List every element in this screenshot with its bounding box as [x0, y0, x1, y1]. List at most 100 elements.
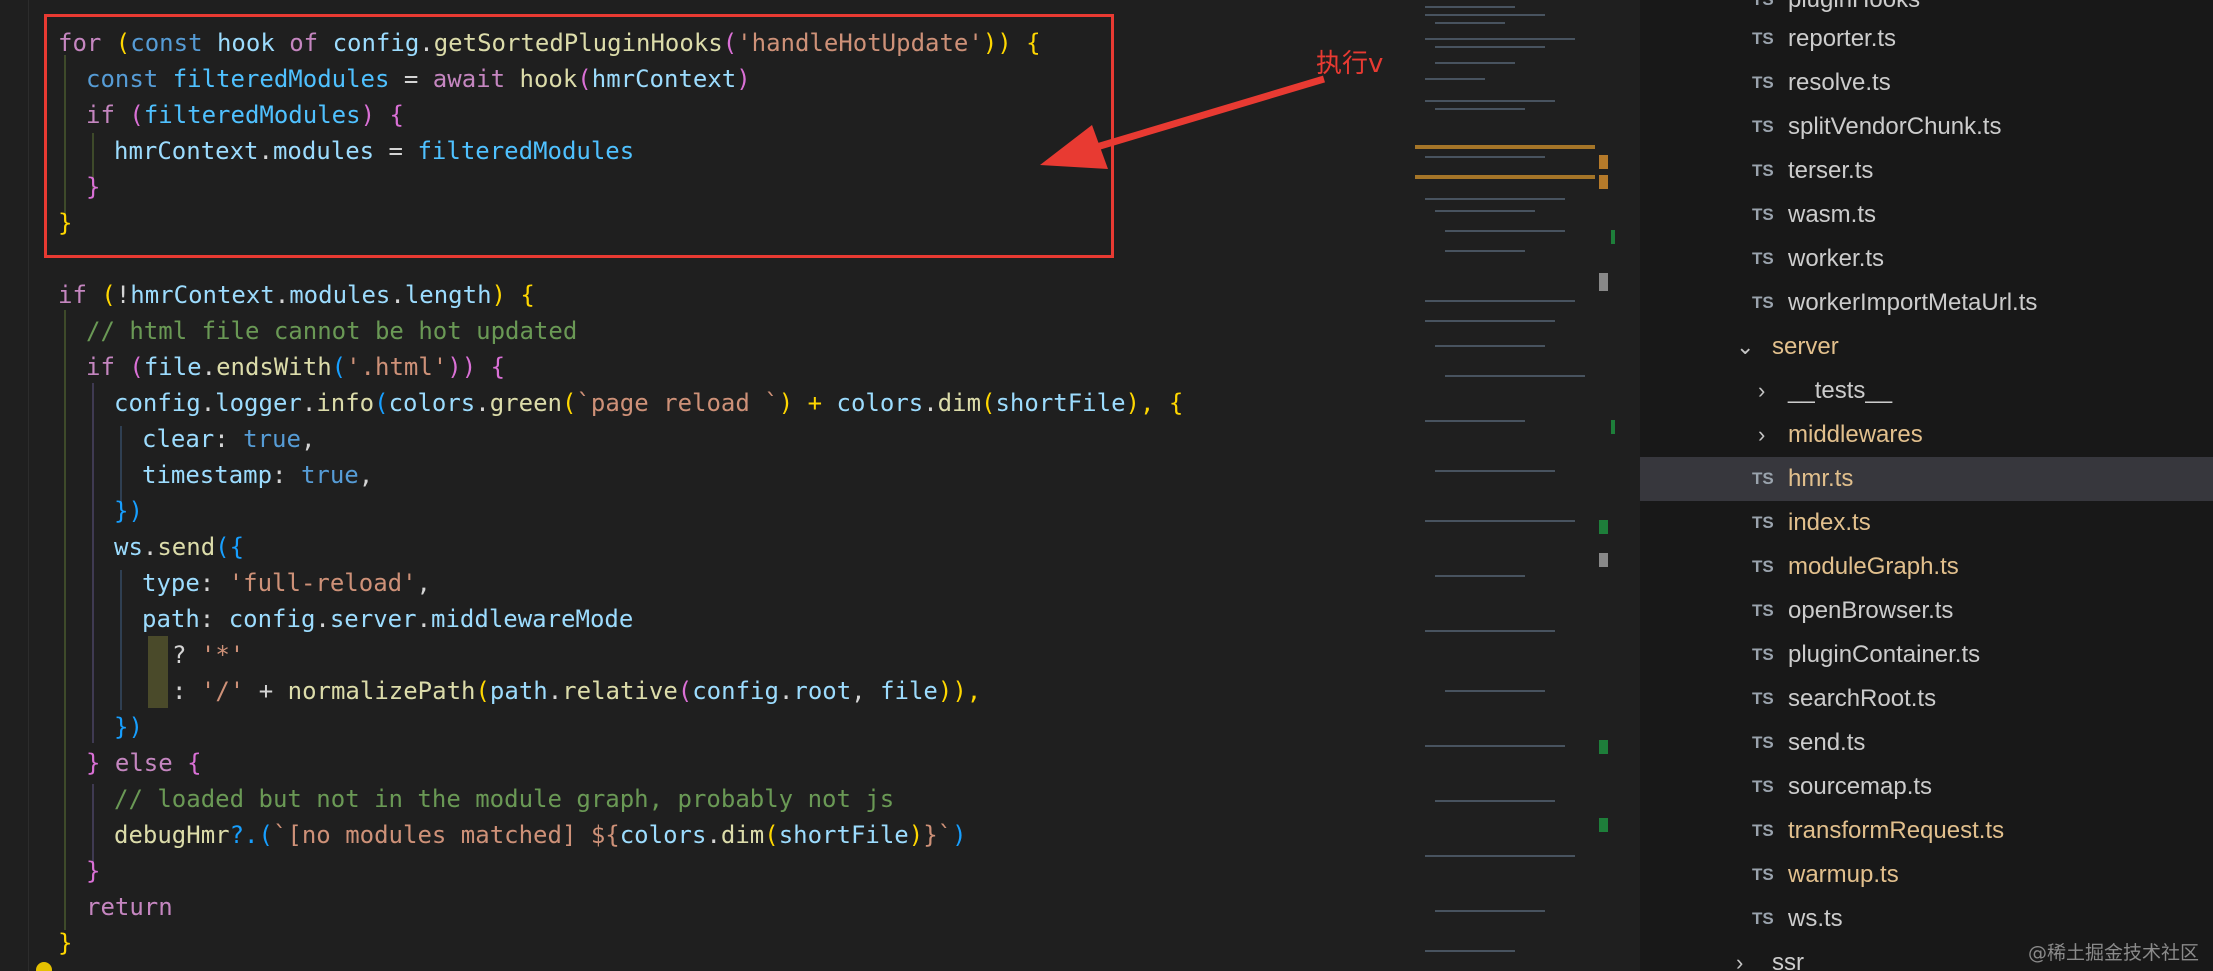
tree-item[interactable]: TS terser.ts: [1640, 149, 2213, 193]
tree-item[interactable]: TS index.ts: [1640, 501, 2213, 545]
minimap[interactable]: [1385, 0, 1615, 971]
minimap-line: [1425, 855, 1575, 857]
minimap-line: [1445, 230, 1565, 232]
code-line: timestamp: true,: [142, 461, 374, 489]
code-line: ws.send({: [114, 533, 245, 561]
code-line: } else {: [86, 749, 202, 777]
minimap-marker: [1599, 273, 1608, 291]
typescript-icon: TS: [1752, 777, 1774, 796]
typescript-icon: TS: [1752, 513, 1774, 532]
minimap-line: [1425, 630, 1555, 632]
minimap-line: [1425, 38, 1575, 40]
typescript-icon: TS: [1752, 29, 1774, 48]
folder-middlewares[interactable]: › middlewares: [1640, 413, 2213, 457]
minimap-marker: [1611, 420, 1615, 434]
typescript-icon: TS: [1752, 689, 1774, 708]
typescript-icon: TS: [1752, 117, 1774, 136]
chevron-right-icon: ›: [1758, 378, 1766, 403]
chevron-right-icon: ›: [1736, 950, 1744, 971]
code-line: if (file.endsWith('.html')) {: [86, 353, 506, 381]
minimap-line: [1425, 156, 1545, 158]
minimap-marker: [1599, 818, 1608, 832]
minimap-line: [1425, 6, 1515, 8]
minimap-line: [1445, 250, 1525, 252]
code-line: }): [114, 713, 143, 741]
minimap-marker: [1599, 553, 1608, 567]
tree-item[interactable]: TS warmup.ts: [1640, 853, 2213, 897]
annotation-arrow-icon: [1040, 75, 1326, 169]
tree-item[interactable]: TS moduleGraph.ts: [1640, 545, 2213, 589]
code-line: config.logger.info(colors.green(`page re…: [114, 389, 1184, 417]
gutter-divider: [28, 0, 29, 971]
typescript-icon: TS: [1752, 293, 1774, 312]
typescript-icon: TS: [1752, 645, 1774, 664]
minimap-marker: [1611, 230, 1615, 244]
minimap-marker: [1599, 740, 1608, 754]
code-line: type: 'full-reload',: [142, 569, 431, 597]
typescript-icon: TS: [1752, 733, 1774, 752]
typescript-icon: TS: [1752, 205, 1774, 224]
minimap-marker: [1599, 175, 1608, 189]
tree-item-selected[interactable]: TS hmr.ts: [1640, 457, 2213, 501]
minimap-line: [1435, 46, 1545, 48]
code-line: return: [86, 893, 173, 921]
code-line: debugHmr?.(`[no modules matched] ${color…: [114, 821, 967, 849]
chevron-down-icon: ⌄: [1736, 334, 1755, 359]
code-line: : '/' + normalizePath(path.relative(conf…: [172, 677, 982, 705]
tree-item[interactable]: TS ws.ts: [1640, 897, 2213, 941]
chevron-right-icon: ›: [1758, 422, 1766, 447]
tree-item[interactable]: TS sourcemap.ts: [1640, 765, 2213, 809]
indent-guide: [148, 636, 168, 708]
minimap-line: [1445, 375, 1585, 377]
tree-item[interactable]: TS splitVendorChunk.ts: [1640, 105, 2213, 149]
tree-item[interactable]: TS reporter.ts: [1640, 17, 2213, 61]
code-line: ? '*': [172, 641, 245, 669]
tree-item[interactable]: TS searchRoot.ts: [1640, 677, 2213, 721]
typescript-icon: TS: [1752, 601, 1774, 620]
minimap-line: [1445, 690, 1545, 692]
minimap-line: [1425, 78, 1485, 80]
minimap-line: [1425, 100, 1555, 102]
minimap-line: [1435, 575, 1525, 577]
minimap-line: [1435, 108, 1525, 110]
file-explorer[interactable]: TS pluginHooks TS reporter.ts TS resolve…: [1640, 0, 2213, 971]
minimap-line: [1435, 22, 1505, 24]
lightbulb-icon[interactable]: [36, 962, 52, 971]
minimap-line: [1435, 345, 1545, 347]
code-editor[interactable]: for (const hook of config.getSortedPlugi…: [0, 0, 1385, 971]
tree-item[interactable]: TS wasm.ts: [1640, 193, 2213, 237]
minimap-line: [1425, 745, 1565, 747]
typescript-icon: TS: [1752, 161, 1774, 180]
indent-guide: [92, 383, 94, 743]
minimap-line: [1425, 14, 1545, 16]
typescript-icon: TS: [1752, 73, 1774, 92]
annotation-highlight-box: [44, 14, 1114, 258]
folder-tests[interactable]: › __tests__: [1640, 369, 2213, 413]
code-line: clear: true,: [142, 425, 316, 453]
minimap-line: [1425, 520, 1575, 522]
tree-item[interactable]: TS send.ts: [1640, 721, 2213, 765]
minimap-highlight: [1415, 145, 1595, 149]
minimap-line: [1425, 300, 1575, 302]
code-line: }): [114, 497, 143, 525]
typescript-icon: TS: [1752, 909, 1774, 928]
code-line: path: config.server.middlewareMode: [142, 605, 634, 633]
code-line: // html file cannot be hot updated: [86, 317, 578, 345]
tree-item[interactable]: TS transformRequest.ts: [1640, 809, 2213, 853]
tree-item[interactable]: TS workerImportMetaUrl.ts: [1640, 281, 2213, 325]
minimap-marker: [1599, 155, 1608, 169]
minimap-line: [1425, 198, 1565, 200]
annotation-text: 执行vite插件中自定义的热更新逻辑: [1316, 49, 1385, 79]
code-line: // loaded but not in the module graph, p…: [114, 785, 895, 813]
tree-item[interactable]: TS openBrowser.ts: [1640, 589, 2213, 633]
code-line: if (!hmrContext.modules.length) {: [58, 281, 535, 309]
watermark: @稀土掘金技术社区: [2027, 942, 2199, 964]
minimap-line: [1435, 62, 1515, 64]
tree-item[interactable]: TS worker.ts: [1640, 237, 2213, 281]
minimap-line: [1425, 420, 1525, 422]
tree-item[interactable]: TS pluginContainer.ts: [1640, 633, 2213, 677]
minimap-highlight: [1415, 175, 1595, 179]
tree-item[interactable]: TS resolve.ts: [1640, 61, 2213, 105]
typescript-icon: TS: [1752, 557, 1774, 576]
folder-server[interactable]: ⌄ server: [1640, 325, 2213, 369]
